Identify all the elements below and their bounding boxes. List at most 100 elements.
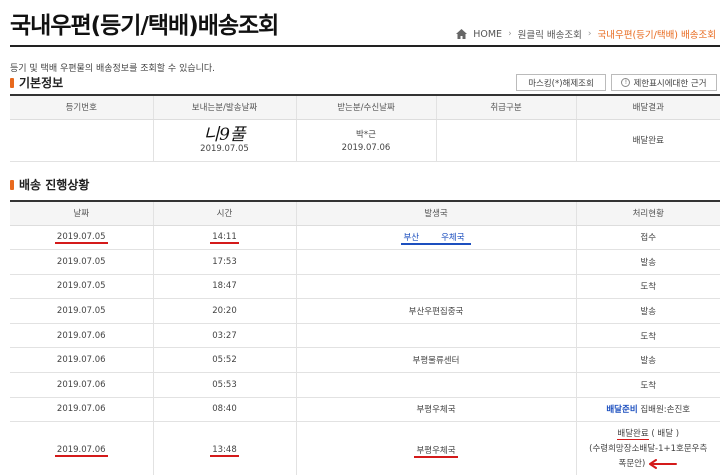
section-title-basic: 기본정보 xyxy=(10,74,63,91)
status-cell: 도착 xyxy=(575,323,720,349)
table-row: 2019.07.06 05:53 도착 xyxy=(10,372,720,398)
office-cell xyxy=(295,323,576,349)
header-status: 처리현황 xyxy=(575,201,720,226)
status-cell: 배달준비 집배원:손진호 xyxy=(575,397,720,423)
office-cell: 부평우체국 xyxy=(295,397,576,423)
sender-date: 2019.07.05 xyxy=(200,144,249,154)
header-handling: 취급구분 xyxy=(435,95,576,120)
reg-no-cell xyxy=(10,119,153,162)
office-link[interactable]: 부산 우체국 xyxy=(401,233,471,246)
info-icon: ! xyxy=(621,78,631,87)
sender-cell: 니9풀 2019.07.05 xyxy=(152,119,296,162)
title-divider xyxy=(10,45,720,47)
date-cell: 2019.07.05 xyxy=(10,298,153,324)
office-cell: 부산 우체국 xyxy=(295,225,576,251)
office-cell xyxy=(295,249,576,275)
header-time: 시간 xyxy=(152,201,296,226)
office-name-part: 우체국 xyxy=(441,233,465,244)
receiver-name: 박*근 xyxy=(356,129,376,140)
status-cell: 도착 xyxy=(575,274,720,300)
section-bullet-icon xyxy=(10,179,14,190)
breadcrumb-home[interactable]: HOME xyxy=(473,29,502,40)
date-value: 2019.07.05 xyxy=(54,232,108,245)
header-office: 발생국 xyxy=(295,201,576,226)
status-cell: 접수 xyxy=(575,225,720,251)
office-cell: 부평물류센터 xyxy=(295,347,576,374)
header-receiver: 받는분/수신날짜 xyxy=(295,95,436,120)
status-line-3: 폭문안) xyxy=(577,457,720,472)
time-cell: 17:53 xyxy=(152,249,296,275)
status-line-2: (수령희망장소배달-1+1호문우측 xyxy=(589,444,708,455)
time-cell: 05:53 xyxy=(152,372,296,398)
table-row: 2019.07.06 03:27 도착 xyxy=(10,323,720,349)
date-cell: 2019.07.05 xyxy=(10,274,153,300)
time-cell: 18:47 xyxy=(152,274,296,300)
breadcrumb: HOME › 원클릭 배송조회 › 국내우편(등기/택배) 배송조회 xyxy=(456,27,716,41)
date-cell: 2019.07.05 xyxy=(10,225,153,251)
status-link[interactable]: 배달완료 xyxy=(617,429,649,441)
date-cell: 2019.07.06 xyxy=(10,372,153,398)
table-row: 2019.07.06 08:40 부평우체국 배달준비 집배원:손진호 xyxy=(10,397,720,423)
status-cell: 도착 xyxy=(575,372,720,398)
office-cell: 부산우편집중국 xyxy=(295,298,576,324)
header-reg-no: 등기번호 xyxy=(10,95,153,120)
table-row: 2019.07.05 17:53 발송 xyxy=(10,249,720,275)
notice-basis-button[interactable]: ! 제한표시에대한 근거 xyxy=(611,74,717,91)
office-link[interactable]: 부평물류센터 xyxy=(413,356,460,366)
receiver-date: 2019.07.06 xyxy=(341,142,391,153)
time-cell: 13:48 xyxy=(152,421,296,475)
notice-basis-button-label: 제한표시에대한 근거 xyxy=(633,78,707,89)
date-cell: 2019.07.06 xyxy=(10,397,153,423)
chevron-right-icon: › xyxy=(587,29,592,39)
carrier-info: 집배원:손진호 xyxy=(640,405,691,416)
time-cell: 14:11 xyxy=(152,225,296,251)
result-cell: 배달완료 xyxy=(575,119,720,162)
status-cell: 발송 xyxy=(575,249,720,275)
time-value: 14:11 xyxy=(210,232,239,245)
office-name-part: 부산 xyxy=(403,233,420,244)
header-date: 날짜 xyxy=(10,201,153,226)
office-cell xyxy=(295,274,576,300)
date-cell: 2019.07.06 xyxy=(10,323,153,349)
table-row: 2019.07.05 18:47 도착 xyxy=(10,274,720,300)
status-link[interactable]: 배달준비 xyxy=(606,405,637,415)
table-row: 2019.07.06 13:48 부평우체국 배달완료 ( 배달 ) (수령희망… xyxy=(10,421,720,475)
table-row: 2019.07.05 14:11 부산 우체국 접수 xyxy=(10,225,720,251)
section-title-progress-label: 배송 진행상황 xyxy=(19,178,90,192)
time-cell: 03:27 xyxy=(152,323,296,349)
office-link[interactable]: 부평우체국 xyxy=(416,405,455,415)
table-row: 니9풀 2019.07.05 박*근 2019.07.06 배달완료 xyxy=(10,119,720,162)
table-row: 2019.07.06 05:52 부평물류센터 발송 xyxy=(10,347,720,374)
office-cell: 부평우체국 xyxy=(295,421,576,475)
section-title-progress: 배송 진행상황 xyxy=(10,176,89,193)
office-cell xyxy=(295,372,576,398)
status-cell: 발송 xyxy=(575,347,720,374)
section-title-basic-label: 기본정보 xyxy=(19,76,64,90)
unmask-button-label: 마스킹(*)해제조회 xyxy=(528,78,594,89)
sender-signature: 니9풀 xyxy=(203,125,246,145)
breadcrumb-current: 국내우편(등기/택배) 배송조회 xyxy=(597,30,716,41)
date-cell: 2019.07.05 xyxy=(10,249,153,275)
office-link[interactable]: 부산우편집중국 xyxy=(409,307,464,317)
breadcrumb-oneclick[interactable]: 원클릭 배송조회 xyxy=(518,27,582,41)
home-icon[interactable] xyxy=(456,29,468,39)
date-cell: 2019.07.06 xyxy=(10,347,153,374)
office-link[interactable]: 부평우체국 xyxy=(414,445,458,458)
status-line-3-text: 폭문안) xyxy=(618,459,646,470)
time-value: 13:48 xyxy=(210,444,239,457)
basic-info-table: 등기번호 보내는분/발송날짜 받는분/수신날짜 취급구분 배달결과 니9풀 20… xyxy=(10,94,720,162)
status-cell: 발송 xyxy=(575,298,720,324)
unmask-button[interactable]: 마스킹(*)해제조회 xyxy=(516,74,606,91)
status-line-1: 배달완료 ( 배달 ) xyxy=(577,427,720,442)
time-cell: 20:20 xyxy=(152,298,296,324)
header-sender: 보내는분/발송날짜 xyxy=(152,95,296,120)
table-header-row: 날짜 시간 발생국 처리현황 xyxy=(10,201,720,226)
status-detail: ( 배달 ) xyxy=(651,429,680,440)
date-value: 2019.07.06 xyxy=(54,444,108,457)
receiver-cell: 박*근 2019.07.06 xyxy=(295,119,436,162)
page-title: 국내우편(등기/택배)배송조회 xyxy=(10,13,279,39)
date-cell: 2019.07.06 xyxy=(10,421,153,475)
progress-table: 날짜 시간 발생국 처리현황 2019.07.05 14:11 부산 우체국 접수… xyxy=(10,200,720,475)
table-header-row: 등기번호 보내는분/발송날짜 받는분/수신날짜 취급구분 배달결과 xyxy=(10,95,720,120)
handling-cell xyxy=(435,119,576,162)
